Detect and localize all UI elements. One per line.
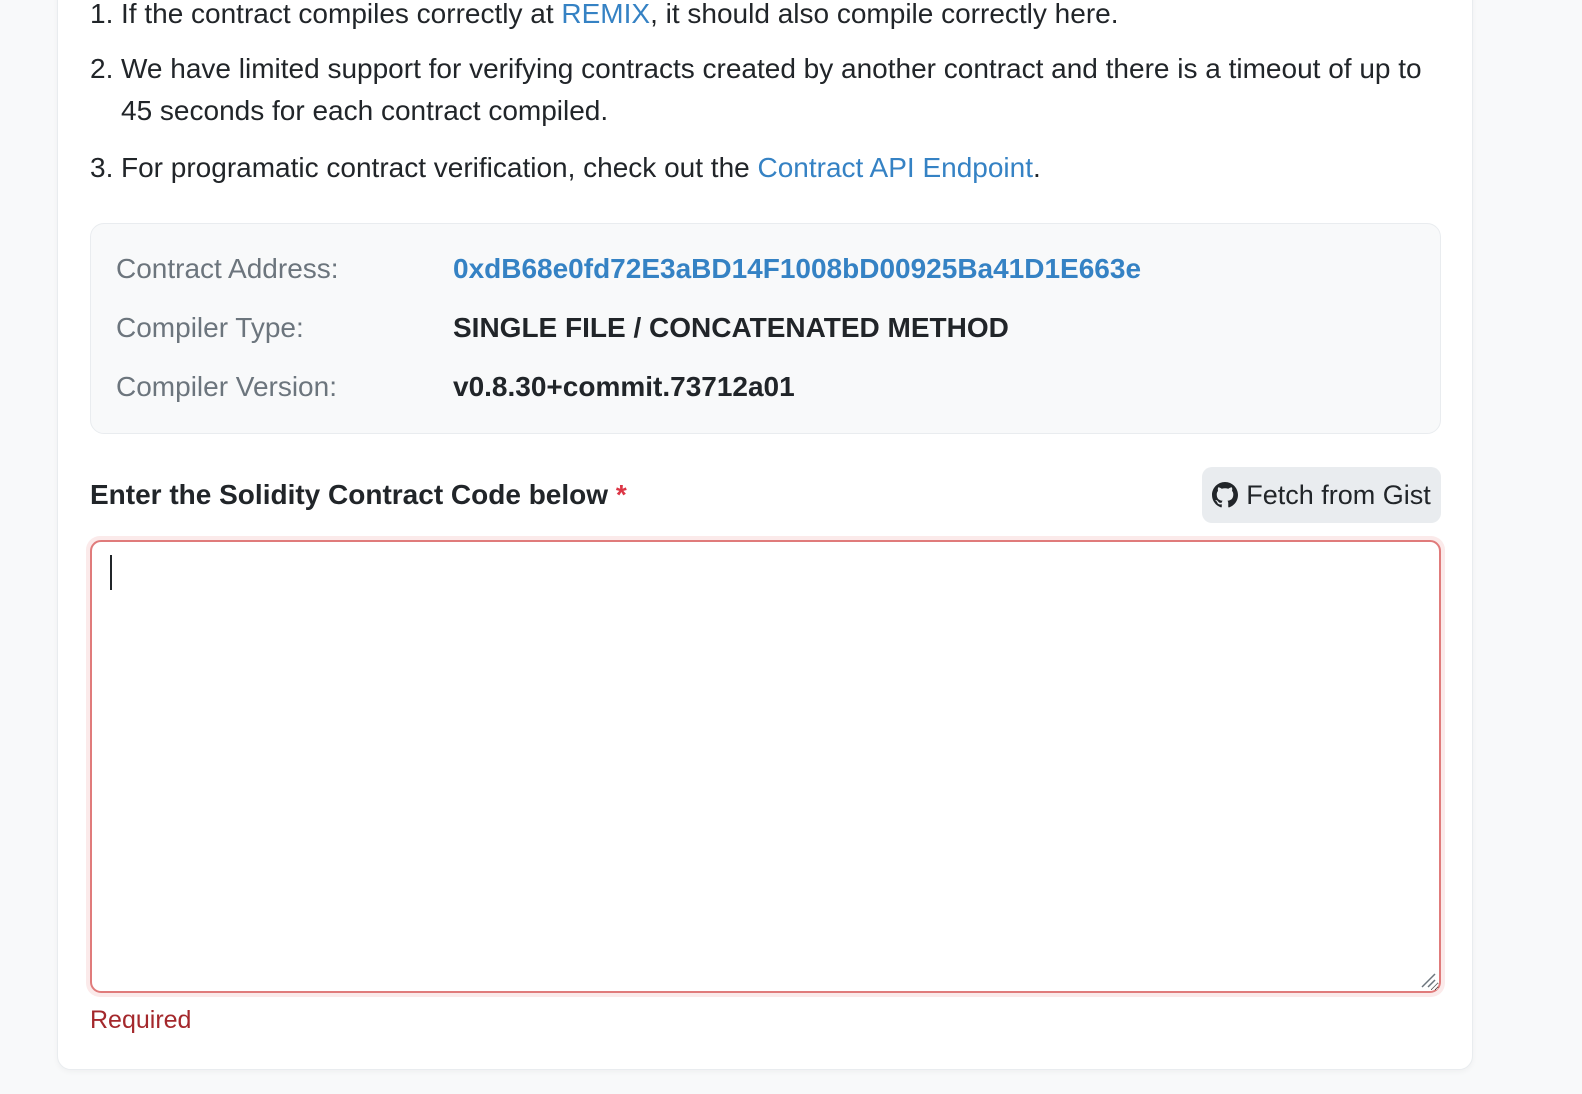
contract-api-endpoint-link[interactable]: Contract API Endpoint	[758, 152, 1034, 183]
instruction-text-before: If the contract compiles correctly at	[121, 0, 562, 29]
required-marker: *	[615, 479, 627, 510]
instruction-number: 1.	[90, 0, 114, 29]
resize-grip-icon[interactable]	[1420, 972, 1436, 988]
code-input-label: Enter the Solidity Contract Code below *	[90, 476, 627, 514]
solidity-code-input[interactable]	[90, 540, 1441, 993]
remix-link[interactable]: REMIX	[561, 0, 650, 29]
code-required-error: Required	[90, 1006, 192, 1034]
contract-address-label: Contract Address:	[116, 253, 339, 284]
text-caret	[110, 555, 112, 590]
instruction-number: 3.	[90, 152, 114, 183]
compiler-version-label: Compiler Version:	[116, 371, 337, 402]
instruction-text-after: .	[1033, 152, 1041, 183]
compiler-type-row: Compiler Type: SINGLE FILE / CONCATENATE…	[116, 311, 1009, 345]
instruction-text: For programatic contract verification, c…	[121, 147, 1041, 189]
compiler-type-label: Compiler Type:	[116, 312, 304, 343]
code-input-focus-ring	[86, 536, 1445, 997]
fetch-from-gist-button[interactable]: Fetch from Gist	[1202, 467, 1441, 523]
contract-address-link[interactable]: 0xdB68e0fd72E3aBD14F1008bD00925Ba41D1E66…	[453, 252, 1141, 286]
contract-info-box: Contract Address: 0xdB68e0fd72E3aBD14F10…	[90, 223, 1441, 434]
compiler-version-value: v0.8.30+commit.73712a01	[453, 371, 795, 402]
code-input-label-text: Enter the Solidity Contract Code below	[90, 479, 609, 510]
github-icon	[1212, 482, 1239, 508]
instruction-text: If the contract compiles correctly at RE…	[121, 0, 1119, 35]
contract-address-row: Contract Address: 0xdB68e0fd72E3aBD14F10…	[116, 252, 1141, 286]
instruction-item-2: 2. We have limited support for verifying…	[90, 48, 1450, 132]
instruction-text-after: , it should also compile correctly here.	[650, 0, 1119, 29]
compiler-version-row: Compiler Version: v0.8.30+commit.73712a0…	[116, 370, 795, 404]
compiler-type-value: SINGLE FILE / CONCATENATED METHOD	[453, 312, 1009, 343]
instruction-item-1: 1. If the contract compiles correctly at…	[90, 0, 1119, 35]
instruction-text: We have limited support for verifying co…	[121, 53, 1422, 126]
instruction-text-before: For programatic contract verification, c…	[121, 152, 758, 183]
instruction-number: 2.	[90, 53, 114, 84]
fetch-from-gist-label: Fetch from Gist	[1246, 479, 1431, 510]
instruction-item-3: 3. For programatic contract verification…	[90, 147, 1041, 189]
